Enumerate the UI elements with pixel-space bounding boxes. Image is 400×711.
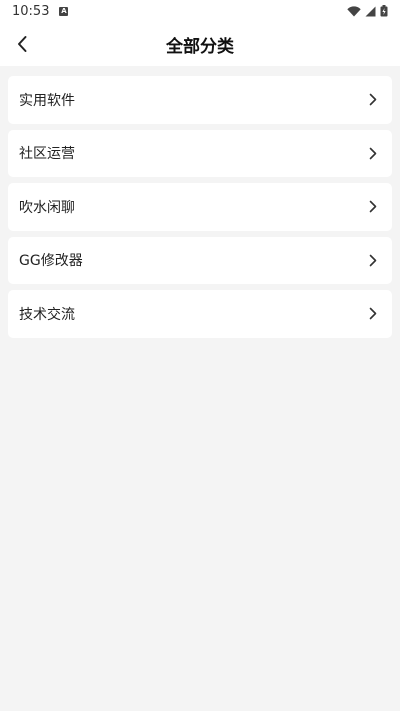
status-bar: 10:53 A	[0, 0, 400, 22]
back-button[interactable]	[10, 32, 34, 56]
category-label: 吹水闲聊	[19, 199, 75, 216]
category-label: 技术交流	[19, 306, 75, 323]
chevron-right-icon	[366, 146, 380, 160]
signal-icon	[365, 6, 376, 16]
category-label: 社区运营	[19, 146, 75, 163]
category-label: GG修改器	[19, 253, 83, 270]
category-item-gg-modifier[interactable]: GG修改器	[8, 236, 392, 284]
category-item-practical-software[interactable]: 实用软件	[8, 76, 392, 124]
category-item-casual-chat[interactable]: 吹水闲聊	[8, 183, 392, 231]
category-item-community-ops[interactable]: 社区运营	[8, 129, 392, 177]
wifi-icon	[347, 5, 361, 16]
status-time: 10:53	[12, 3, 50, 19]
chevron-right-icon	[366, 93, 380, 107]
app-notification-icon: A	[59, 6, 69, 16]
chevron-right-icon	[366, 253, 380, 267]
chevron-right-icon	[366, 307, 380, 321]
category-item-tech-exchange[interactable]: 技术交流	[8, 290, 392, 338]
page-title: 全部分类	[166, 36, 234, 57]
category-label: 实用软件	[19, 92, 75, 109]
status-right	[347, 5, 388, 17]
status-left: 10:53 A	[12, 3, 69, 19]
back-arrow-icon	[18, 36, 27, 52]
chevron-right-icon	[366, 200, 380, 214]
category-list: 实用软件 社区运营 吹水闲聊 GG修改器 技术交流	[8, 76, 392, 338]
header: 全部分类	[0, 22, 400, 66]
battery-icon	[380, 5, 388, 17]
